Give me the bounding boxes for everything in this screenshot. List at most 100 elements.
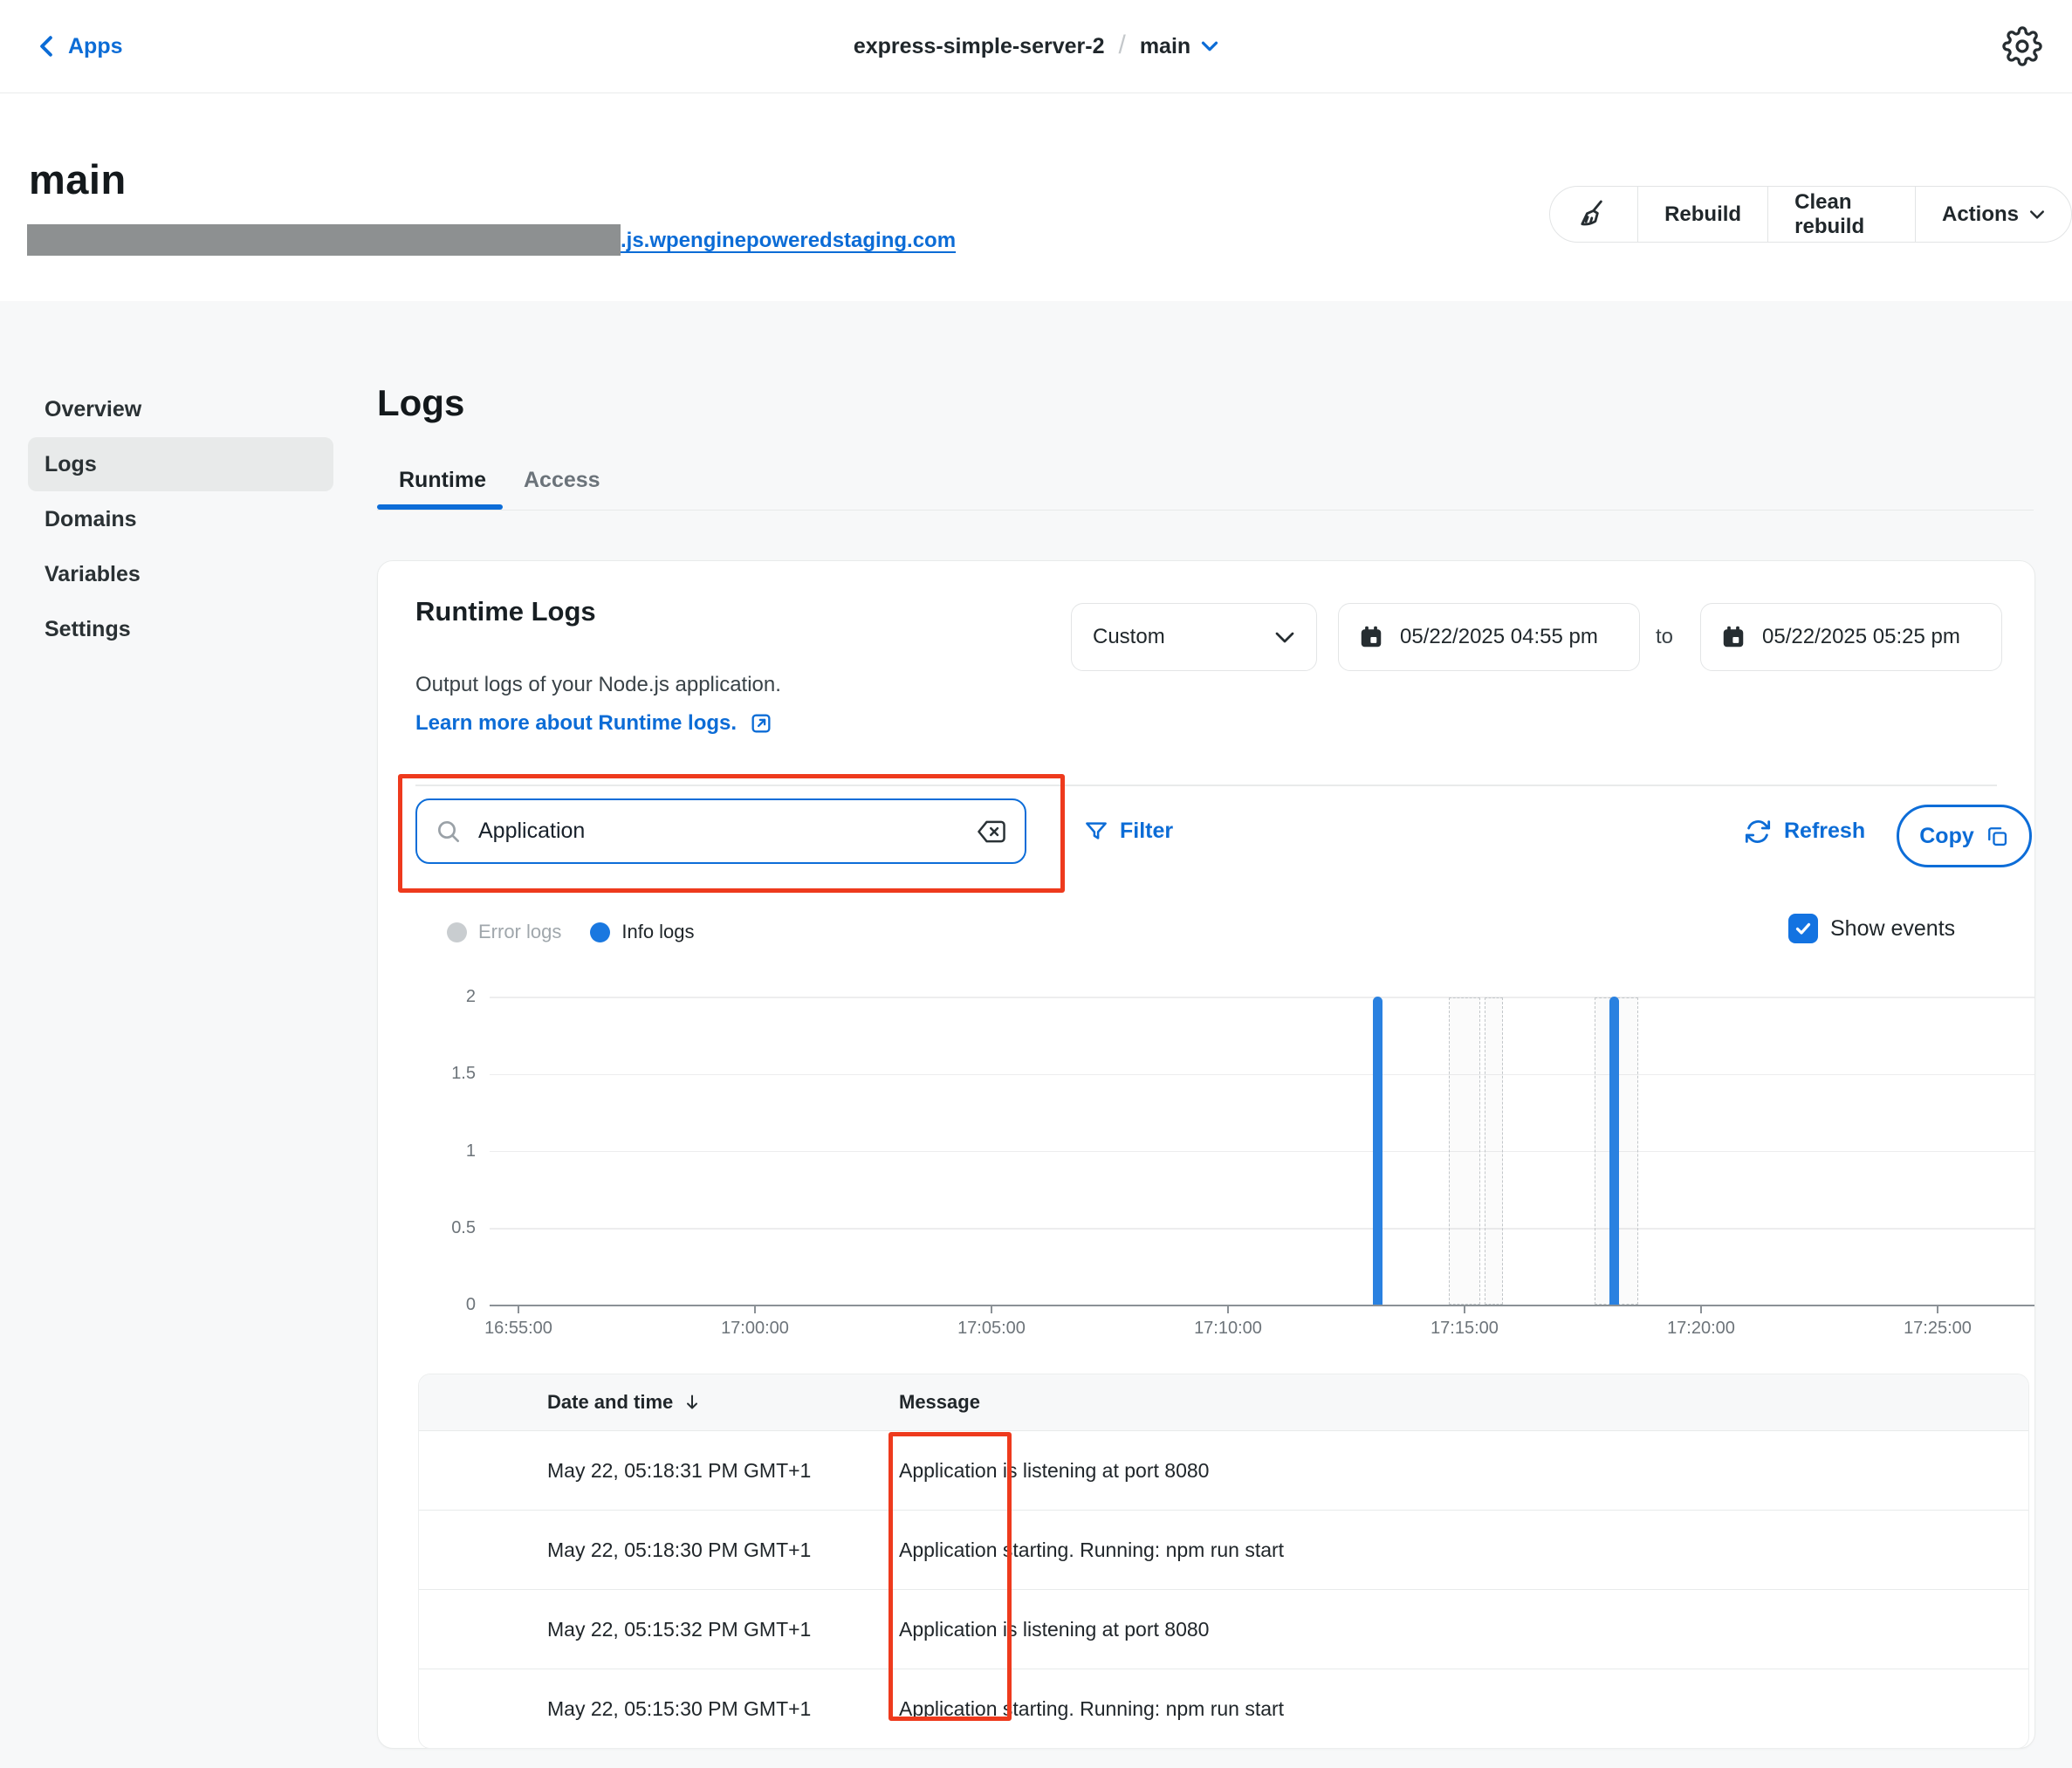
check-icon	[1793, 918, 1814, 939]
x-axis-tick	[1227, 1306, 1229, 1313]
clear-input-icon[interactable]	[976, 818, 1007, 846]
x-axis-tick-label: 17:20:00	[1640, 1319, 1762, 1339]
time-range-value: Custom	[1093, 625, 1165, 649]
table-row: May 22, 05:18:31 PM GMT+1 Application is …	[419, 1430, 2028, 1510]
y-axis-tick-label: 0	[415, 1295, 476, 1315]
actions-label: Actions	[1942, 202, 2019, 227]
show-events-checkbox[interactable]	[1788, 914, 1818, 943]
search-input[interactable]	[477, 818, 962, 845]
actions-dropdown-button[interactable]: Actions	[1916, 187, 2071, 242]
log-message: Application starting. Running: npm run s…	[899, 1538, 1284, 1562]
tab-access[interactable]: Access	[524, 454, 600, 506]
show-events-toggle[interactable]: Show events	[1788, 914, 1955, 943]
x-axis-tick-label: 17:10:00	[1167, 1319, 1289, 1339]
chart-legend: Error logs Info logs	[447, 915, 724, 949]
panel-description: Output logs of your Node.js application.	[415, 673, 781, 697]
clean-rebuild-button[interactable]: Clean rebuild	[1768, 187, 1915, 242]
date-range-to-label: to	[1656, 603, 1673, 671]
environment-sidebar: OverviewLogsDomainsVariablesSettings	[28, 382, 333, 657]
copy-icon	[1985, 824, 2009, 848]
sidebar-item-domains[interactable]: Domains	[28, 492, 333, 546]
column-header-date-and-time[interactable]: Date and time	[547, 1391, 703, 1414]
x-axis	[490, 1305, 2034, 1306]
redaction-overlay	[27, 224, 621, 256]
filter-button[interactable]: Filter	[1083, 798, 1173, 864]
log-datetime: May 22, 05:18:31 PM GMT+1	[547, 1459, 870, 1483]
table-row: May 22, 05:18:30 PM GMT+1Application sta…	[419, 1510, 2028, 1589]
date-to-picker[interactable]: 05/22/2025 05:25 pm	[1700, 603, 2002, 671]
app-environment-logs-page: Apps express-simple-server-2 / main main…	[0, 0, 2072, 1768]
x-axis-tick-label: 16:55:00	[457, 1319, 580, 1339]
log-message: Application is listening at port 8080	[899, 1459, 1209, 1483]
panel-title: Runtime Logs	[415, 596, 596, 627]
legend-error-logs: Error logs	[447, 921, 561, 943]
breadcrumb: express-simple-server-2 / main	[0, 0, 2072, 93]
calendar-icon	[1720, 624, 1746, 650]
x-axis-tick	[1464, 1306, 1465, 1313]
logs-page-title: Logs	[377, 382, 464, 424]
log-datetime: May 22, 05:15:32 PM GMT+1	[547, 1618, 870, 1641]
table-row: May 22, 05:15:32 PM GMT+1Application is …	[419, 1589, 2028, 1669]
sort-desc-icon	[682, 1392, 703, 1413]
search-icon	[435, 818, 463, 846]
environment-url-link[interactable]: .js.wpenginepoweredstaging.com	[29, 229, 956, 253]
runtime-logs-panel: Runtime Logs Output logs of your Node.js…	[377, 560, 2035, 1749]
calendar-icon	[1358, 624, 1384, 650]
gridline	[490, 1228, 2034, 1230]
error-logs-label: Error logs	[478, 921, 561, 943]
date-from-picker[interactable]: 05/22/2025 04:55 pm	[1338, 603, 1640, 671]
x-axis-tick	[1700, 1306, 1702, 1313]
purge-cache-button[interactable]	[1550, 187, 1637, 242]
learn-more-label: Learn more about Runtime logs.	[415, 711, 737, 736]
settings-gear-button[interactable]	[2002, 26, 2042, 66]
x-axis-tick-label: 17:25:00	[1876, 1319, 1999, 1339]
log-table-header: Date and time Message	[419, 1374, 2028, 1430]
top-bar: Apps express-simple-server-2 / main	[0, 0, 2072, 93]
error-logs-dot	[447, 922, 467, 942]
legend-info-logs: Info logs	[590, 921, 694, 943]
filter-label: Filter	[1120, 819, 1173, 844]
environment-actions-group: Rebuild Clean rebuild Actions	[1549, 186, 2072, 243]
tab-runtime[interactable]: Runtime	[399, 454, 486, 506]
log-frequency-chart: 00.511.5216:55:0017:00:0017:05:0017:10:0…	[490, 997, 2034, 1305]
environment-url-text: .js.wpenginepoweredstaging.com	[621, 229, 956, 252]
toolbar-divider	[415, 785, 1997, 786]
broom-icon	[1576, 197, 1611, 232]
y-axis-tick-label: 1	[415, 1141, 476, 1162]
x-axis-tick-label: 17:00:00	[694, 1319, 816, 1339]
environment-switcher[interactable]: main	[1140, 34, 1218, 59]
refresh-button[interactable]: Refresh	[1744, 798, 1865, 864]
logs-tabs: Runtime Access	[377, 454, 2034, 511]
sidebar-item-overview[interactable]: Overview	[28, 382, 333, 436]
sidebar-item-settings[interactable]: Settings	[28, 602, 333, 656]
page-title: main	[29, 155, 127, 203]
date-from-value: 05/22/2025 04:55 pm	[1400, 625, 1598, 649]
sidebar-item-logs[interactable]: Logs	[28, 437, 333, 491]
chevron-down-icon	[1201, 40, 1218, 52]
chevron-down-icon	[2029, 209, 2045, 220]
info-logs-dot	[590, 922, 610, 942]
learn-more-link[interactable]: Learn more about Runtime logs.	[415, 711, 773, 736]
breadcrumb-app-name: express-simple-server-2	[854, 34, 1105, 59]
time-range-select[interactable]: Custom	[1071, 603, 1317, 671]
date-to-value: 05/22/2025 05:25 pm	[1762, 625, 1960, 649]
log-search-box	[415, 798, 1026, 864]
refresh-icon	[1744, 818, 1772, 846]
y-axis-tick-label: 0.5	[415, 1218, 476, 1238]
date-column-label: Date and time	[547, 1391, 673, 1414]
copy-logs-button[interactable]: Copy	[1897, 805, 2032, 867]
external-link-icon	[749, 711, 773, 736]
log-datetime: May 22, 05:15:30 PM GMT+1	[547, 1697, 870, 1721]
x-axis-tick-label: 17:05:00	[930, 1319, 1053, 1339]
gridline	[490, 1074, 2034, 1076]
sidebar-item-variables[interactable]: Variables	[28, 547, 333, 601]
copy-label: Copy	[1919, 824, 1974, 849]
y-axis-tick-label: 1.5	[415, 1064, 476, 1084]
y-axis-tick-label: 2	[415, 987, 476, 1007]
x-axis-tick	[518, 1306, 519, 1313]
breadcrumb-separator: /	[1118, 31, 1125, 60]
breadcrumb-environment: main	[1140, 34, 1190, 59]
column-header-message: Message	[899, 1391, 980, 1414]
gear-icon	[2002, 26, 2042, 66]
rebuild-button[interactable]: Rebuild	[1638, 187, 1767, 242]
